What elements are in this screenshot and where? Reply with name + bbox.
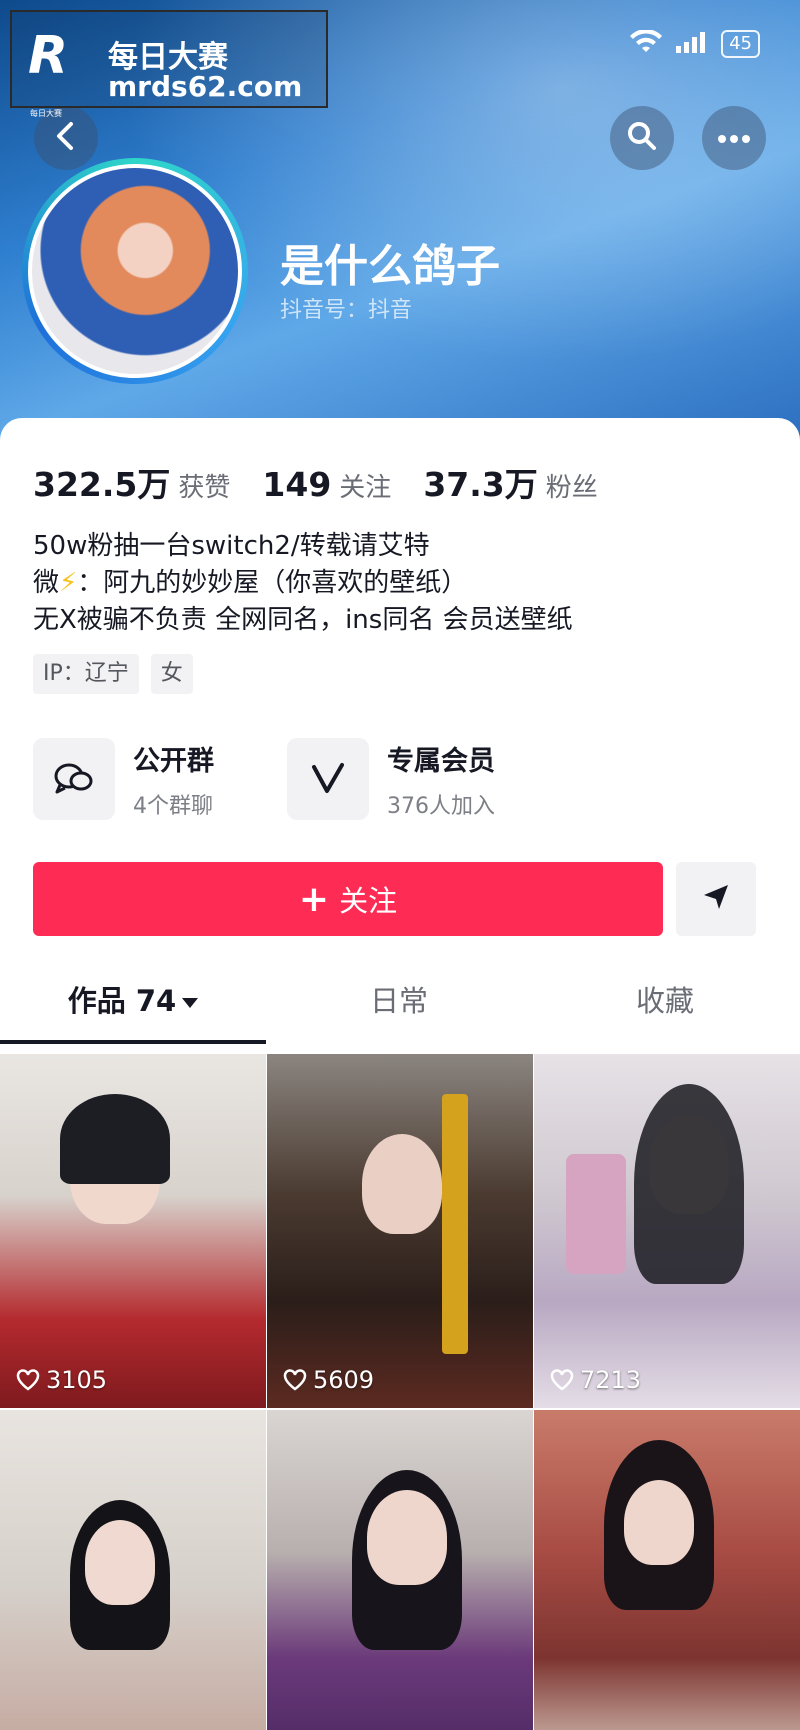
v-membership-icon [287,738,369,820]
membership-entry[interactable]: 专属会员 376人加入 [287,738,495,820]
video-grid: 3105 5609 7213 [0,1054,800,1730]
search-icon [626,120,658,156]
lightning-icon: ⚡ [59,568,78,598]
video-likes: 7213 [550,1366,641,1394]
stat-label: 关注 [339,473,392,503]
thumbnail-hair [60,1094,170,1184]
thumbnail-hair [634,1084,744,1284]
douyin-id: 抖音号：抖音 [280,298,413,323]
tab-favorites[interactable]: 收藏 [532,978,798,1040]
avatar-image [28,164,242,378]
signal-icon [675,30,709,58]
video-likes: 5609 [283,1366,374,1394]
wifi-icon [629,29,663,58]
share-button[interactable] [676,862,756,936]
more-button[interactable] [702,106,766,170]
profile-tags: IP：辽宁 女 [33,654,193,694]
heart-icon [16,1369,40,1391]
bio-line: 50w粉抽一台switch2/转载请艾特 [33,531,430,561]
ip-location-tag: IP：辽宁 [33,654,139,694]
avatar[interactable] [22,158,248,384]
stat-value: 37.3万 [423,465,538,504]
thumbnail-figure [85,1520,155,1605]
bio-line: 无X被骗不负责 全网同名，ins同名 会员送壁纸 [33,605,573,635]
video-likes: 3105 [16,1366,107,1394]
active-tab-indicator [0,1040,266,1044]
plus-icon: + [298,878,330,920]
stat-value: 322.5万 [33,465,171,504]
feature-title: 公开群 [133,745,214,777]
caret-down-icon [182,998,199,1008]
video-thumbnail[interactable]: 3105 [0,1054,266,1408]
thumbnail-figure [624,1480,694,1565]
content-tabs: 作品 74 日常 收藏 [0,978,800,1044]
video-thumbnail[interactable] [534,1410,800,1730]
thumbnail-figure [367,1490,447,1585]
heart-icon [550,1369,574,1391]
chat-bubbles-icon [33,738,115,820]
status-bar: 45 [629,29,760,58]
stat-value: 149 [262,465,332,504]
feature-subtitle: 376人加入 [387,793,495,819]
profile-stats: 322.5万 获赞 149 关注 37.3万 粉丝 [33,458,630,506]
thumbnail-figure [362,1134,442,1234]
heart-icon [283,1369,307,1391]
search-button[interactable] [610,106,674,170]
follow-button[interactable]: + 关注 [33,862,663,936]
profile-card: 322.5万 获赞 149 关注 37.3万 粉丝 50w粉抽一台switch2… [0,418,800,1730]
battery-indicator: 45 [721,30,760,58]
public-group-entry[interactable]: 公开群 4个群聊 [33,738,214,820]
tab-works[interactable]: 作品 74 [0,978,266,1040]
thumbnail-phone [566,1154,626,1274]
profile-nickname: 是什么鸽子 [280,241,500,292]
video-thumbnail[interactable]: 5609 [267,1054,533,1408]
video-thumbnail[interactable] [267,1410,533,1730]
stat-label: 粉丝 [545,473,598,503]
profile-bio: 50w粉抽一台switch2/转载请艾特 微⚡：阿九的妙妙屋（你喜欢的壁纸） 无… [33,528,573,639]
bio-line: 微⚡：阿九的妙妙屋（你喜欢的壁纸） [33,568,468,598]
tab-daily[interactable]: 日常 [266,978,532,1040]
gender-tag: 女 [150,654,193,694]
stat-label: 获赞 [178,473,231,503]
send-arrow-icon [701,882,731,916]
watermark-url: mrds62.com [108,70,303,103]
stat-following[interactable]: 149 关注 [262,465,391,504]
video-thumbnail[interactable]: 7213 [534,1054,800,1408]
video-thumbnail[interactable] [0,1410,266,1730]
watermark-overlay: R 每日大赛 每日大赛 mrds62.com [10,10,328,118]
stat-followers[interactable]: 37.3万 粉丝 [423,458,597,506]
feature-title: 专属会员 [387,745,495,777]
thumbnail-prop [442,1094,468,1354]
watermark-logo: R 每日大赛 [28,26,69,118]
more-dots-icon [718,129,750,148]
stat-likes: 322.5万 获赞 [33,458,230,506]
follow-label: 关注 [339,884,398,918]
feature-subtitle: 4个群聊 [133,793,213,819]
